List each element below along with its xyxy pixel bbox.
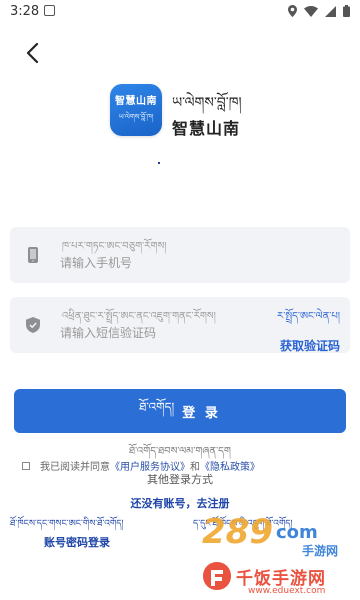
watermark-url: www.eduext.com (248, 586, 326, 596)
status-icons (288, 5, 350, 17)
account-password-login-link[interactable]: 账号密码登录 (44, 534, 110, 550)
logo-text-bo: ཡ་ལེགས་བློ་ཁ། (118, 112, 154, 121)
watermark-sub: 手游网 (302, 544, 339, 558)
status-bar: 3:28 (0, 0, 360, 24)
battery-icon (343, 5, 350, 17)
notification-icon (44, 5, 55, 16)
sms-code-input[interactable] (60, 322, 250, 344)
get-code-button[interactable]: ར་སྤྲོད་ཨང་ལེན་པ། 获取验证码 (277, 305, 340, 354)
back-button[interactable] (20, 40, 46, 66)
signal-icon (325, 5, 336, 17)
wifi-icon (304, 5, 318, 17)
watermark-number: 289 (202, 512, 273, 552)
get-code-label: 获取验证码 (279, 339, 340, 353)
watermark-logo-icon (203, 562, 231, 590)
phone-input[interactable] (60, 252, 250, 274)
phone-icon (28, 247, 38, 263)
phone-field: ཁ་པར་གཏང་ཨང་བཅུག་རོགས། (10, 227, 350, 283)
shield-icon (26, 317, 40, 333)
site-watermark: 289 com 手游网 千饭手游网 www.eduext.com (190, 512, 358, 598)
app-name-chinese: 智慧山南 (172, 119, 241, 138)
logo-text-cn: 智慧山南 (115, 95, 157, 107)
location-icon (288, 5, 297, 17)
agreement-checkbox[interactable] (22, 461, 30, 470)
chevron-left-icon (26, 42, 39, 64)
register-link[interactable]: 还没有账号，去注册 (0, 495, 360, 511)
login-label: 登 录 (182, 404, 221, 420)
login-button[interactable]: ཐོ་འགོད། 登 录 (14, 389, 346, 433)
watermark-suffix: com (276, 522, 318, 543)
get-code-label-tibetan: ར་སྤྲོད་ཨང་ལེན་པ། (276, 311, 340, 322)
status-time: 3:28 (10, 4, 40, 19)
code-field: འཕྲིན་ཐུང་ར་སྤྲོད་ཨང་ནང་འཇུག་གནང་རོགས། ར… (10, 297, 350, 353)
login-label-tibetan: ཐོ་འགོད། (139, 400, 175, 414)
other-login-label: 其他登录方式 (147, 473, 213, 486)
decorative-dot (158, 162, 160, 164)
app-logo: 智慧山南 ཡ་ལེགས་བློ་ཁ། (110, 84, 162, 136)
